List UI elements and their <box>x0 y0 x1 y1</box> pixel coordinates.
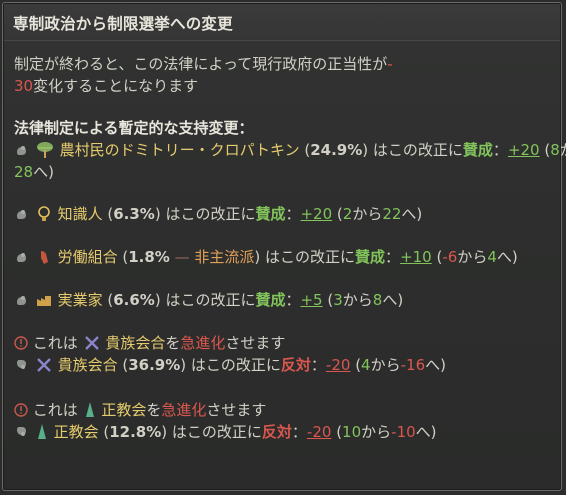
approval-fist-icon <box>14 249 30 265</box>
group-from: 3 <box>333 291 343 309</box>
group-to: 28 <box>14 163 34 181</box>
warning-icon <box>14 335 28 350</box>
group-name: 貴族会合 <box>57 356 118 374</box>
radical-prefix: これは <box>32 401 78 419</box>
he-text: へ <box>33 163 49 181</box>
radicalize-notice-landowners: これは 貴族会合を急進化させます <box>14 333 285 353</box>
group-name: 労働組合 <box>57 248 118 266</box>
radical-word: 急進化 <box>161 401 207 419</box>
group-change[interactable]: +5 <box>300 291 322 309</box>
wheat-tree-icon <box>35 141 55 159</box>
group-marginal-tag: 非主流派 <box>194 248 255 266</box>
group-mid-text: はこの改正に <box>265 248 356 266</box>
group-to: 8 <box>372 291 383 309</box>
group-change[interactable]: -20 <box>326 356 351 374</box>
group-change[interactable]: +20 <box>508 141 540 159</box>
crossed-swords-icon <box>83 334 101 352</box>
kara-text: から <box>560 141 566 159</box>
group-from: -6 <box>442 248 458 266</box>
radical-prefix: これは <box>32 334 78 352</box>
group-mid-text: はこの改正に <box>165 205 256 223</box>
group-leader-name: ドミトリー・クロパトキン <box>119 141 300 159</box>
radical-group-name: 正教会 <box>101 401 147 419</box>
church-spire-icon <box>35 423 49 441</box>
group-pct: 1.8% <box>128 248 170 266</box>
radical-group-name: 貴族会合 <box>105 334 166 352</box>
approval-fist-icon <box>14 206 30 222</box>
group-to: 22 <box>382 205 402 223</box>
group-from: 8 <box>550 141 560 159</box>
group-pct: 6.6% <box>113 291 155 309</box>
group-name: 知識人 <box>57 205 103 223</box>
group-name-prefix: 農村民の <box>59 141 120 159</box>
warning-icon <box>14 402 28 417</box>
group-mid-text: はこの改正に <box>372 141 463 159</box>
tooltip-title: 専制政治から制限選挙への変更 <box>13 15 233 33</box>
group-dash: — <box>174 248 190 266</box>
radical-wo: を <box>165 334 181 352</box>
group-mid-text: はこの改正に <box>165 291 256 309</box>
group-row-trade-unions[interactable]: 労働組合 (1.8% — 非主流派) はこの改正に賛成：+10 (-6から4へ) <box>14 247 518 267</box>
radical-suffix: させます <box>225 334 286 352</box>
group-pct: 12.8% <box>109 423 162 441</box>
group-from: 10 <box>342 423 362 441</box>
approval-fist-icon <box>14 292 30 308</box>
group-pct: 6.3% <box>113 205 155 223</box>
group-to: -10 <box>391 423 416 441</box>
lightbulb-icon <box>35 205 53 223</box>
section-heading: 法律制定による暫定的な支持変更： <box>14 119 254 137</box>
radical-word: 急進化 <box>180 334 226 352</box>
disapproval-fist-icon <box>14 424 30 440</box>
group-name: 正教会 <box>53 423 99 441</box>
tooltip-title-bar: 専制政治から制限選挙への変更 <box>4 4 560 41</box>
group-stance: 賛成 <box>255 205 286 223</box>
radical-wo: を <box>146 401 162 419</box>
group-row-industrialists[interactable]: 実業家 (6.6%) はこの改正に賛成：+5 (3から8へ) <box>14 290 403 310</box>
group-pct: 24.9% <box>310 141 363 159</box>
group-mid-text: はこの改正に <box>190 356 281 374</box>
group-stance: 賛成 <box>462 141 493 159</box>
group-to: -16 <box>400 356 426 374</box>
law-change-tooltip: 専制政治から制限選挙への変更 制定が終わると、この法律によって現行政府の正当性が… <box>2 2 566 491</box>
group-change[interactable]: -20 <box>307 423 332 441</box>
group-mid-text: はこの改正に <box>171 423 262 441</box>
fist-icon <box>35 248 53 266</box>
disapproval-fist-icon <box>14 357 30 373</box>
factory-icon <box>35 291 53 309</box>
legitimacy-description-line2: 30変化することになります <box>14 76 198 96</box>
group-row-rural-folk[interactable]: 農村民のドミトリー・クロパトキン (24.9%) はこの改正に賛成：+20 (8… <box>14 140 566 160</box>
group-from: 2 <box>342 205 353 223</box>
crossed-swords-icon <box>35 356 53 374</box>
approval-fist-icon <box>14 142 30 158</box>
church-spire-icon <box>83 401 97 419</box>
group-to: 4 <box>487 248 497 266</box>
group-name: 実業家 <box>57 291 103 309</box>
group-stance: 賛成 <box>355 248 386 266</box>
legitimacy-description-line1: 制定が終わると、この法律によって現行政府の正当性が- <box>14 54 393 74</box>
radicalize-notice-clergy: これは 正教会を急進化させます <box>14 400 266 420</box>
legitimacy-text-rest: 変化することになります <box>33 77 199 95</box>
group-row-clergy[interactable]: 正教会 (12.8%) はこの改正に反対：-20 (10から-10へ) <box>14 422 437 442</box>
group-row-intelligentsia[interactable]: 知識人 (6.3%) はこの改正に賛成：+20 (2から22へ) <box>14 204 422 224</box>
group-stance: 賛成 <box>255 291 286 309</box>
group-change[interactable]: +10 <box>400 248 432 266</box>
group-from: 4 <box>361 356 371 374</box>
legitimacy-dash: - <box>387 55 393 73</box>
group-stance: 反対 <box>280 356 311 374</box>
group-row-rural-folk-cont: 28へ) <box>14 163 54 181</box>
group-pct: 36.9% <box>128 356 181 374</box>
legitimacy-value: 30 <box>14 77 34 95</box>
group-change[interactable]: +20 <box>300 205 332 223</box>
radical-suffix: させます <box>206 401 267 419</box>
legitimacy-text: 制定が終わると、この法律によって現行政府の正当性が <box>14 55 388 73</box>
group-stance: 反対 <box>261 423 292 441</box>
group-row-landowners[interactable]: 貴族会合 (36.9%) はこの改正に反対：-20 (4から-16へ) <box>14 355 446 375</box>
